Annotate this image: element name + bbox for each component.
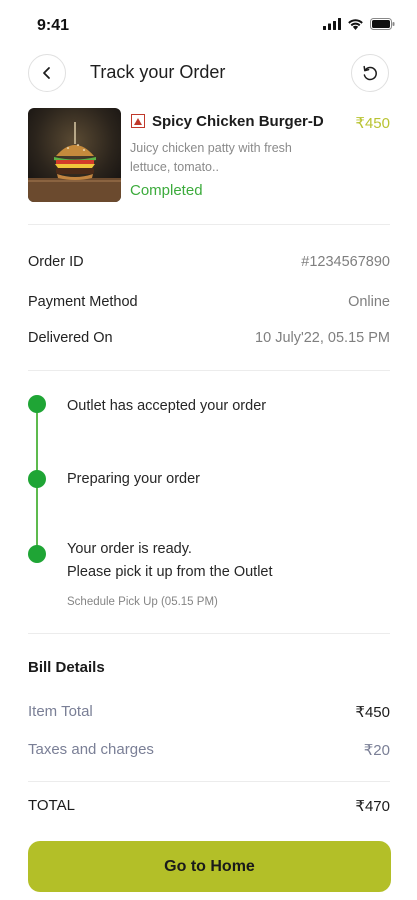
timeline-step-text: Preparing your order: [67, 471, 200, 487]
divider: [28, 781, 390, 782]
info-value: #1234567890: [301, 254, 390, 270]
info-label: Delivered On: [28, 330, 113, 346]
payment-method-row: Payment Method Online: [28, 294, 390, 316]
timeline-step-text: Your order is ready.: [67, 541, 192, 557]
burger-image: [28, 108, 121, 202]
battery-icon: [370, 18, 395, 30]
status-icons: [323, 18, 395, 30]
refresh-icon: [363, 65, 377, 81]
cellular-signal-icon: [323, 18, 341, 30]
divider: [28, 370, 390, 371]
status-bar: 9:41: [0, 0, 417, 50]
product-description: Juicy chicken patty with fresh lettuce, …: [130, 141, 292, 174]
status-time: 9:41: [37, 17, 70, 34]
total-row: TOTAL ₹470: [28, 797, 390, 819]
product-price: ₹450: [355, 115, 390, 132]
schedule-pickup-text: Schedule Pick Up (05.15 PM): [67, 596, 218, 608]
wifi-icon: [348, 19, 363, 30]
timeline-dot: [28, 545, 46, 563]
go-to-home-button[interactable]: Go to Home: [28, 841, 391, 892]
timeline-dot: [28, 395, 46, 413]
header: Track your Order: [0, 52, 417, 94]
product-name: Spicy Chicken Burger-D: [152, 113, 324, 130]
non-veg-icon: [131, 114, 145, 128]
page-title: Track your Order: [90, 62, 226, 82]
timeline-step-text: Outlet has accepted your order: [67, 398, 267, 414]
order-item[interactable]: Spicy Chicken Burger-D ₹450 Juicy chicke…: [28, 108, 390, 204]
delivered-on-row: Delivered On 10 July'22, 05.15 PM: [28, 330, 390, 352]
timeline-step-text: Please pick it up from the Outlet: [67, 564, 273, 580]
item-total-row: Item Total ₹450: [28, 703, 390, 725]
divider: [28, 633, 390, 634]
info-label: Payment Method: [28, 294, 138, 310]
bill-label: Taxes and charges: [28, 741, 154, 758]
order-id-row: Order ID #1234567890: [28, 254, 390, 276]
bill-value: ₹20: [363, 742, 390, 759]
timeline-dot: [28, 470, 46, 488]
back-button[interactable]: [28, 54, 66, 92]
total-label: TOTAL: [28, 797, 75, 814]
info-value: 10 July'22, 05.15 PM: [255, 330, 390, 346]
bill-details-title: Bill Details: [28, 659, 105, 676]
order-status: Completed: [130, 182, 203, 199]
chevron-left-icon: [43, 67, 50, 79]
bill-value: ₹450: [355, 704, 390, 721]
total-value: ₹470: [355, 798, 390, 815]
taxes-row: Taxes and charges ₹20: [28, 741, 390, 763]
info-label: Order ID: [28, 254, 84, 270]
info-value: Online: [348, 294, 390, 310]
refresh-button[interactable]: [351, 54, 389, 92]
bill-label: Item Total: [28, 703, 93, 720]
divider: [28, 224, 390, 225]
